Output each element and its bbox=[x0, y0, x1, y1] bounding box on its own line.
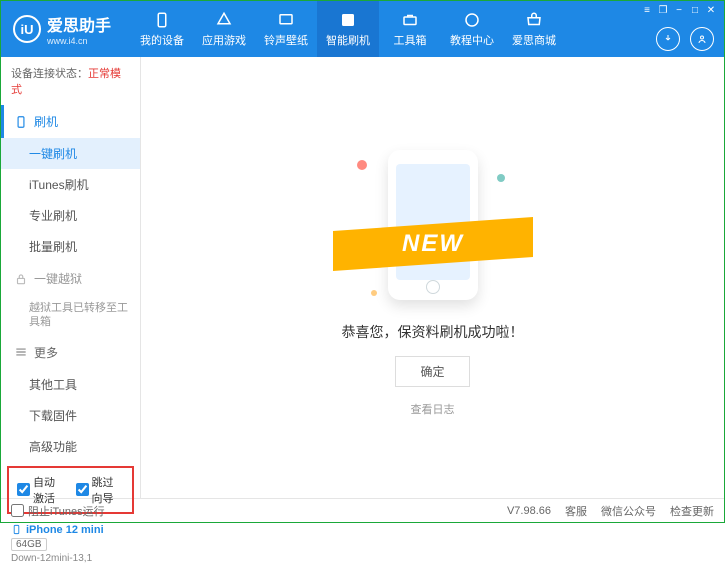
block-itunes-checkbox[interactable]: 阻止iTunes运行 bbox=[11, 503, 105, 519]
app-site: www.i4.cn bbox=[47, 36, 111, 46]
apps-icon bbox=[215, 11, 233, 29]
sidebar-head-jailbreak: 一键越狱 bbox=[1, 262, 140, 295]
menu-icon bbox=[14, 345, 28, 359]
success-message: 恭喜您，保资料刷机成功啦！ bbox=[342, 322, 524, 342]
sidebar-item-advanced[interactable]: 高级功能 bbox=[1, 431, 140, 462]
view-log-link[interactable]: 查看日志 bbox=[411, 401, 455, 417]
window-controls: ≡ ❐ − □ ✕ bbox=[640, 3, 718, 17]
sidebar-item-pro[interactable]: 专业刷机 bbox=[1, 200, 140, 231]
auto-activate-checkbox[interactable]: 自动激活 bbox=[17, 474, 66, 506]
header-actions bbox=[656, 27, 714, 51]
phone-icon bbox=[11, 524, 22, 535]
skip-wizard-checkbox[interactable]: 跳过向导 bbox=[76, 474, 125, 506]
phone-icon bbox=[14, 115, 28, 129]
nav-toolbox[interactable]: 工具箱 bbox=[379, 1, 441, 57]
download-button[interactable] bbox=[656, 27, 680, 51]
ok-button[interactable]: 确定 bbox=[395, 356, 469, 387]
main-content: NEW 恭喜您，保资料刷机成功啦！ 确定 查看日志 bbox=[141, 57, 724, 498]
user-button[interactable] bbox=[690, 27, 714, 51]
app-name: 爱思助手 bbox=[47, 12, 111, 36]
book-icon bbox=[463, 11, 481, 29]
sidebar: 设备连接状态：正常模式 刷机 一键刷机 iTunes刷机 专业刷机 批量刷机 一… bbox=[1, 57, 141, 498]
device-info[interactable]: iPhone 12 mini 64GB Down-12mini-13,1 bbox=[1, 518, 140, 570]
nav-apps[interactable]: 应用游戏 bbox=[193, 1, 255, 57]
new-ribbon: NEW bbox=[333, 217, 533, 271]
logo: iU 爱思助手 www.i4.cn bbox=[1, 12, 123, 46]
nav-flash[interactable]: 智能刷机 bbox=[317, 1, 379, 57]
user-icon bbox=[696, 33, 708, 45]
nav-my-device[interactable]: 我的设备 bbox=[131, 1, 193, 57]
wechat-link[interactable]: 微信公众号 bbox=[601, 503, 656, 519]
version-label: V7.98.66 bbox=[507, 505, 551, 517]
nav-ringtones[interactable]: 铃声壁纸 bbox=[255, 1, 317, 57]
sidebar-item-batch[interactable]: 批量刷机 bbox=[1, 231, 140, 262]
close-icon[interactable]: ✕ bbox=[704, 3, 718, 17]
skin-icon[interactable]: ❐ bbox=[656, 3, 670, 17]
sidebar-item-other[interactable]: 其他工具 bbox=[1, 369, 140, 400]
image-icon bbox=[277, 11, 295, 29]
toolbox-icon bbox=[401, 11, 419, 29]
store-icon bbox=[525, 11, 543, 29]
minimize-icon[interactable]: − bbox=[672, 3, 686, 17]
update-link[interactable]: 检查更新 bbox=[670, 503, 714, 519]
connection-status: 设备连接状态：正常模式 bbox=[1, 57, 140, 105]
refresh-icon bbox=[339, 11, 357, 29]
maximize-icon[interactable]: □ bbox=[688, 3, 702, 17]
phone-icon bbox=[153, 11, 171, 29]
support-link[interactable]: 客服 bbox=[565, 503, 587, 519]
jailbreak-note: 越狱工具已转移至工具箱 bbox=[1, 295, 140, 336]
sidebar-head-flash[interactable]: 刷机 bbox=[1, 105, 140, 138]
sidebar-head-more[interactable]: 更多 bbox=[1, 336, 140, 369]
lock-icon bbox=[14, 272, 28, 286]
download-icon bbox=[662, 33, 674, 45]
header: iU 爱思助手 www.i4.cn 我的设备 应用游戏 铃声壁纸 智能刷机 工具… bbox=[1, 1, 724, 57]
sidebar-item-oneclick[interactable]: 一键刷机 bbox=[1, 138, 140, 169]
main-nav: 我的设备 应用游戏 铃声壁纸 智能刷机 工具箱 教程中心 爱思商城 bbox=[131, 1, 565, 57]
sidebar-item-firmware[interactable]: 下载固件 bbox=[1, 400, 140, 431]
menu-icon[interactable]: ≡ bbox=[640, 3, 654, 17]
nav-tutorials[interactable]: 教程中心 bbox=[441, 1, 503, 57]
nav-store[interactable]: 爱思商城 bbox=[503, 1, 565, 57]
logo-icon: iU bbox=[13, 15, 41, 43]
success-illustration: NEW bbox=[333, 138, 533, 308]
sidebar-item-itunes[interactable]: iTunes刷机 bbox=[1, 169, 140, 200]
